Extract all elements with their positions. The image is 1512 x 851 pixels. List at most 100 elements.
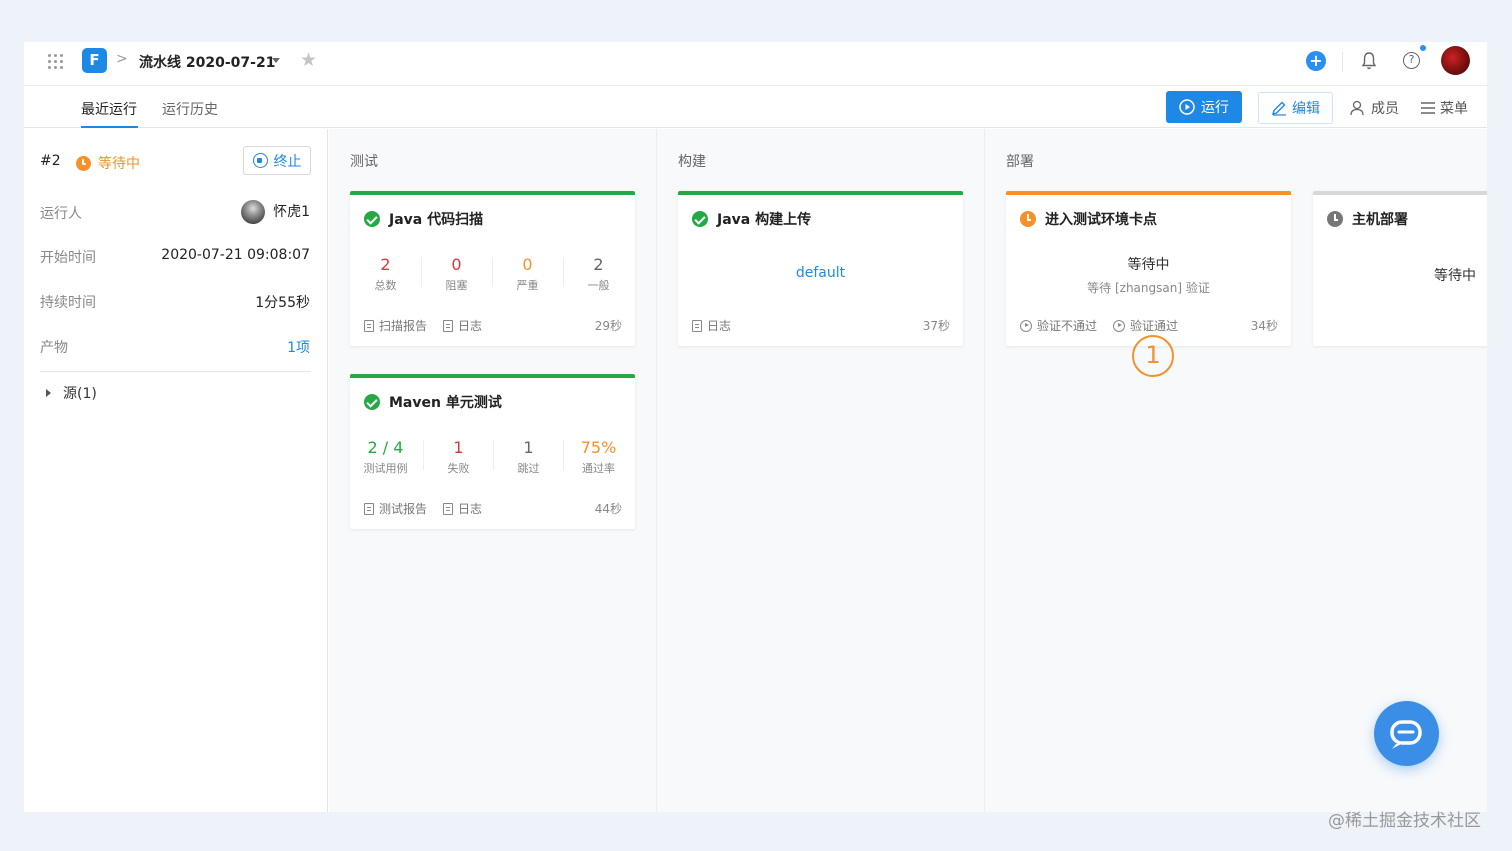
start-time-value: 2020-07-21 09:08:07 [161,247,310,263]
stat-test-cases: 2 / 4 测试用例 [350,438,421,476]
test-report-link[interactable]: 测试报告 [364,500,427,517]
divider [1342,52,1343,72]
members-button[interactable]: 成员 [1350,98,1399,118]
job-card-build-upload[interactable]: Java 构建上传 default 日志 37秒 [678,191,963,346]
report-icon [364,319,374,332]
stop-icon [252,153,268,168]
job-card-host-deploy[interactable]: 主机部署 等待中 [1313,191,1487,346]
pipeline-app: F > 流水线 2020-07-21 ★ + ? 最近运行 运行历史 运行 编辑… [24,42,1487,812]
job-duration: 44秒 [594,502,622,516]
approve-button[interactable]: 验证通过 [1113,317,1178,334]
annotation-badge: 1 [1132,335,1174,377]
clock-icon [1327,211,1343,227]
hamburger-icon [1421,102,1435,114]
clock-icon [76,155,91,171]
run-status: 等待中 [76,153,140,173]
check-circle-icon [364,394,380,410]
stat-total: 2 总数 [350,255,421,293]
report-icon [364,502,374,515]
bell-icon[interactable] [1361,51,1377,71]
stat-value: 2 [593,255,604,274]
log-link[interactable]: 日志 [443,500,482,517]
status-bar [1313,191,1487,195]
job-title: Maven 单元测试 [389,395,502,411]
caret-right-icon [46,389,51,397]
run-status-label: 等待中 [98,156,140,172]
job-title: Java 代码扫描 [389,212,484,228]
tab-recent-runs[interactable]: 最近运行 [81,99,137,119]
job-footer: 测试报告 日志 [364,500,482,517]
stat-label: 通过率 [582,462,615,475]
run-button-label: 运行 [1201,100,1229,116]
stage-title: 测试 [350,154,378,170]
gate-state: 等待中 [1127,257,1170,273]
stat-critical: 0 严重 [492,255,563,293]
check-circle-icon [692,211,708,227]
divider [40,371,311,372]
stat-label: 跳过 [517,462,540,475]
stat-normal: 2 一般 [563,255,634,293]
stat-value: 0 [522,255,533,274]
app-logo[interactable]: F [82,48,107,73]
host-deploy-state: 等待中 [1434,268,1476,284]
start-time-label: 开始时间 [40,250,96,266]
menu-button[interactable]: 菜单 [1421,98,1468,118]
log-link[interactable]: 日志 [692,317,731,334]
source-toggle[interactable]: 源(1) [46,383,97,403]
pipeline-title[interactable]: 流水线 2020-07-21 [139,52,275,72]
status-bar [678,191,963,195]
job-card-code-scan[interactable]: Java 代码扫描 2 总数 0 阻塞 0 严重 2 一般 扫描报告 日志 29秒 [350,191,635,346]
stat-skipped: 1 跳过 [493,438,564,476]
pencil-icon [1271,101,1286,116]
play-circle-icon [1020,319,1032,332]
help-icon[interactable]: ? [1403,52,1420,69]
stat-label: 阻塞 [445,279,468,292]
user-avatar[interactable] [1441,46,1470,75]
artifacts-link[interactable]: 1项 [287,337,310,357]
play-circle-icon [1113,319,1126,332]
stat-blocker: 0 阻塞 [421,255,492,293]
job-header: Java 构建上传 [692,209,811,229]
menu-button-label: 菜单 [1440,101,1468,117]
stat-value: 2 [380,255,391,274]
clock-icon [1020,211,1036,227]
artifact-link[interactable]: default [678,265,963,281]
stat-label: 一般 [587,279,610,292]
runner-avatar [241,200,266,224]
tab-run-history[interactable]: 运行历史 [162,99,218,119]
run-info-panel: #2 等待中 终止 运行人 怀虎1 开始时间 2020-07-21 09:08:… [24,129,328,812]
notification-dot [1420,45,1426,51]
link-label: 验证通过 [1130,319,1179,333]
reject-button[interactable]: 验证不通过 [1020,317,1097,334]
app-grid-icon[interactable] [48,54,64,70]
run-number: #2 [40,153,61,169]
add-button[interactable]: + [1306,51,1326,71]
job-footer: 验证不通过 验证通过 [1020,317,1178,334]
stat-label: 测试用例 [363,462,408,475]
stop-button[interactable]: 终止 [243,146,311,175]
scan-report-link[interactable]: 扫描报告 [364,317,427,334]
stage-build: 构建 Java 构建上传 default 日志 37秒 [657,129,985,812]
stat-label: 失败 [447,462,470,475]
job-card-manual-gate[interactable]: 进入测试环境卡点 等待中 等待 [zhangsan] 验证 验证不通过 验证通过… [1006,191,1291,346]
runner-label: 运行人 [40,206,82,222]
job-header: 主机部署 [1327,209,1408,229]
members-button-label: 成员 [1371,101,1399,117]
log-icon [692,319,702,332]
stat-label: 总数 [374,279,397,292]
stat-value: 1 [453,438,464,457]
run-button[interactable]: 运行 [1166,91,1242,123]
stage-title: 部署 [1006,154,1034,170]
check-circle-icon [364,211,380,227]
stat-label: 严重 [516,279,539,292]
job-header: Maven 单元测试 [364,392,502,412]
job-card-unit-test[interactable]: Maven 单元测试 2 / 4 测试用例 1 失败 1 跳过 75% 通过率 测试报告… [350,374,635,529]
chevron-down-icon[interactable] [272,58,280,63]
chat-button[interactable] [1374,701,1439,766]
log-icon [443,319,454,332]
star-icon[interactable]: ★ [300,49,317,71]
link-label: 测试报告 [379,502,428,516]
stop-button-label: 终止 [273,153,302,170]
edit-button[interactable]: 编辑 [1258,92,1333,124]
log-link[interactable]: 日志 [443,317,482,334]
